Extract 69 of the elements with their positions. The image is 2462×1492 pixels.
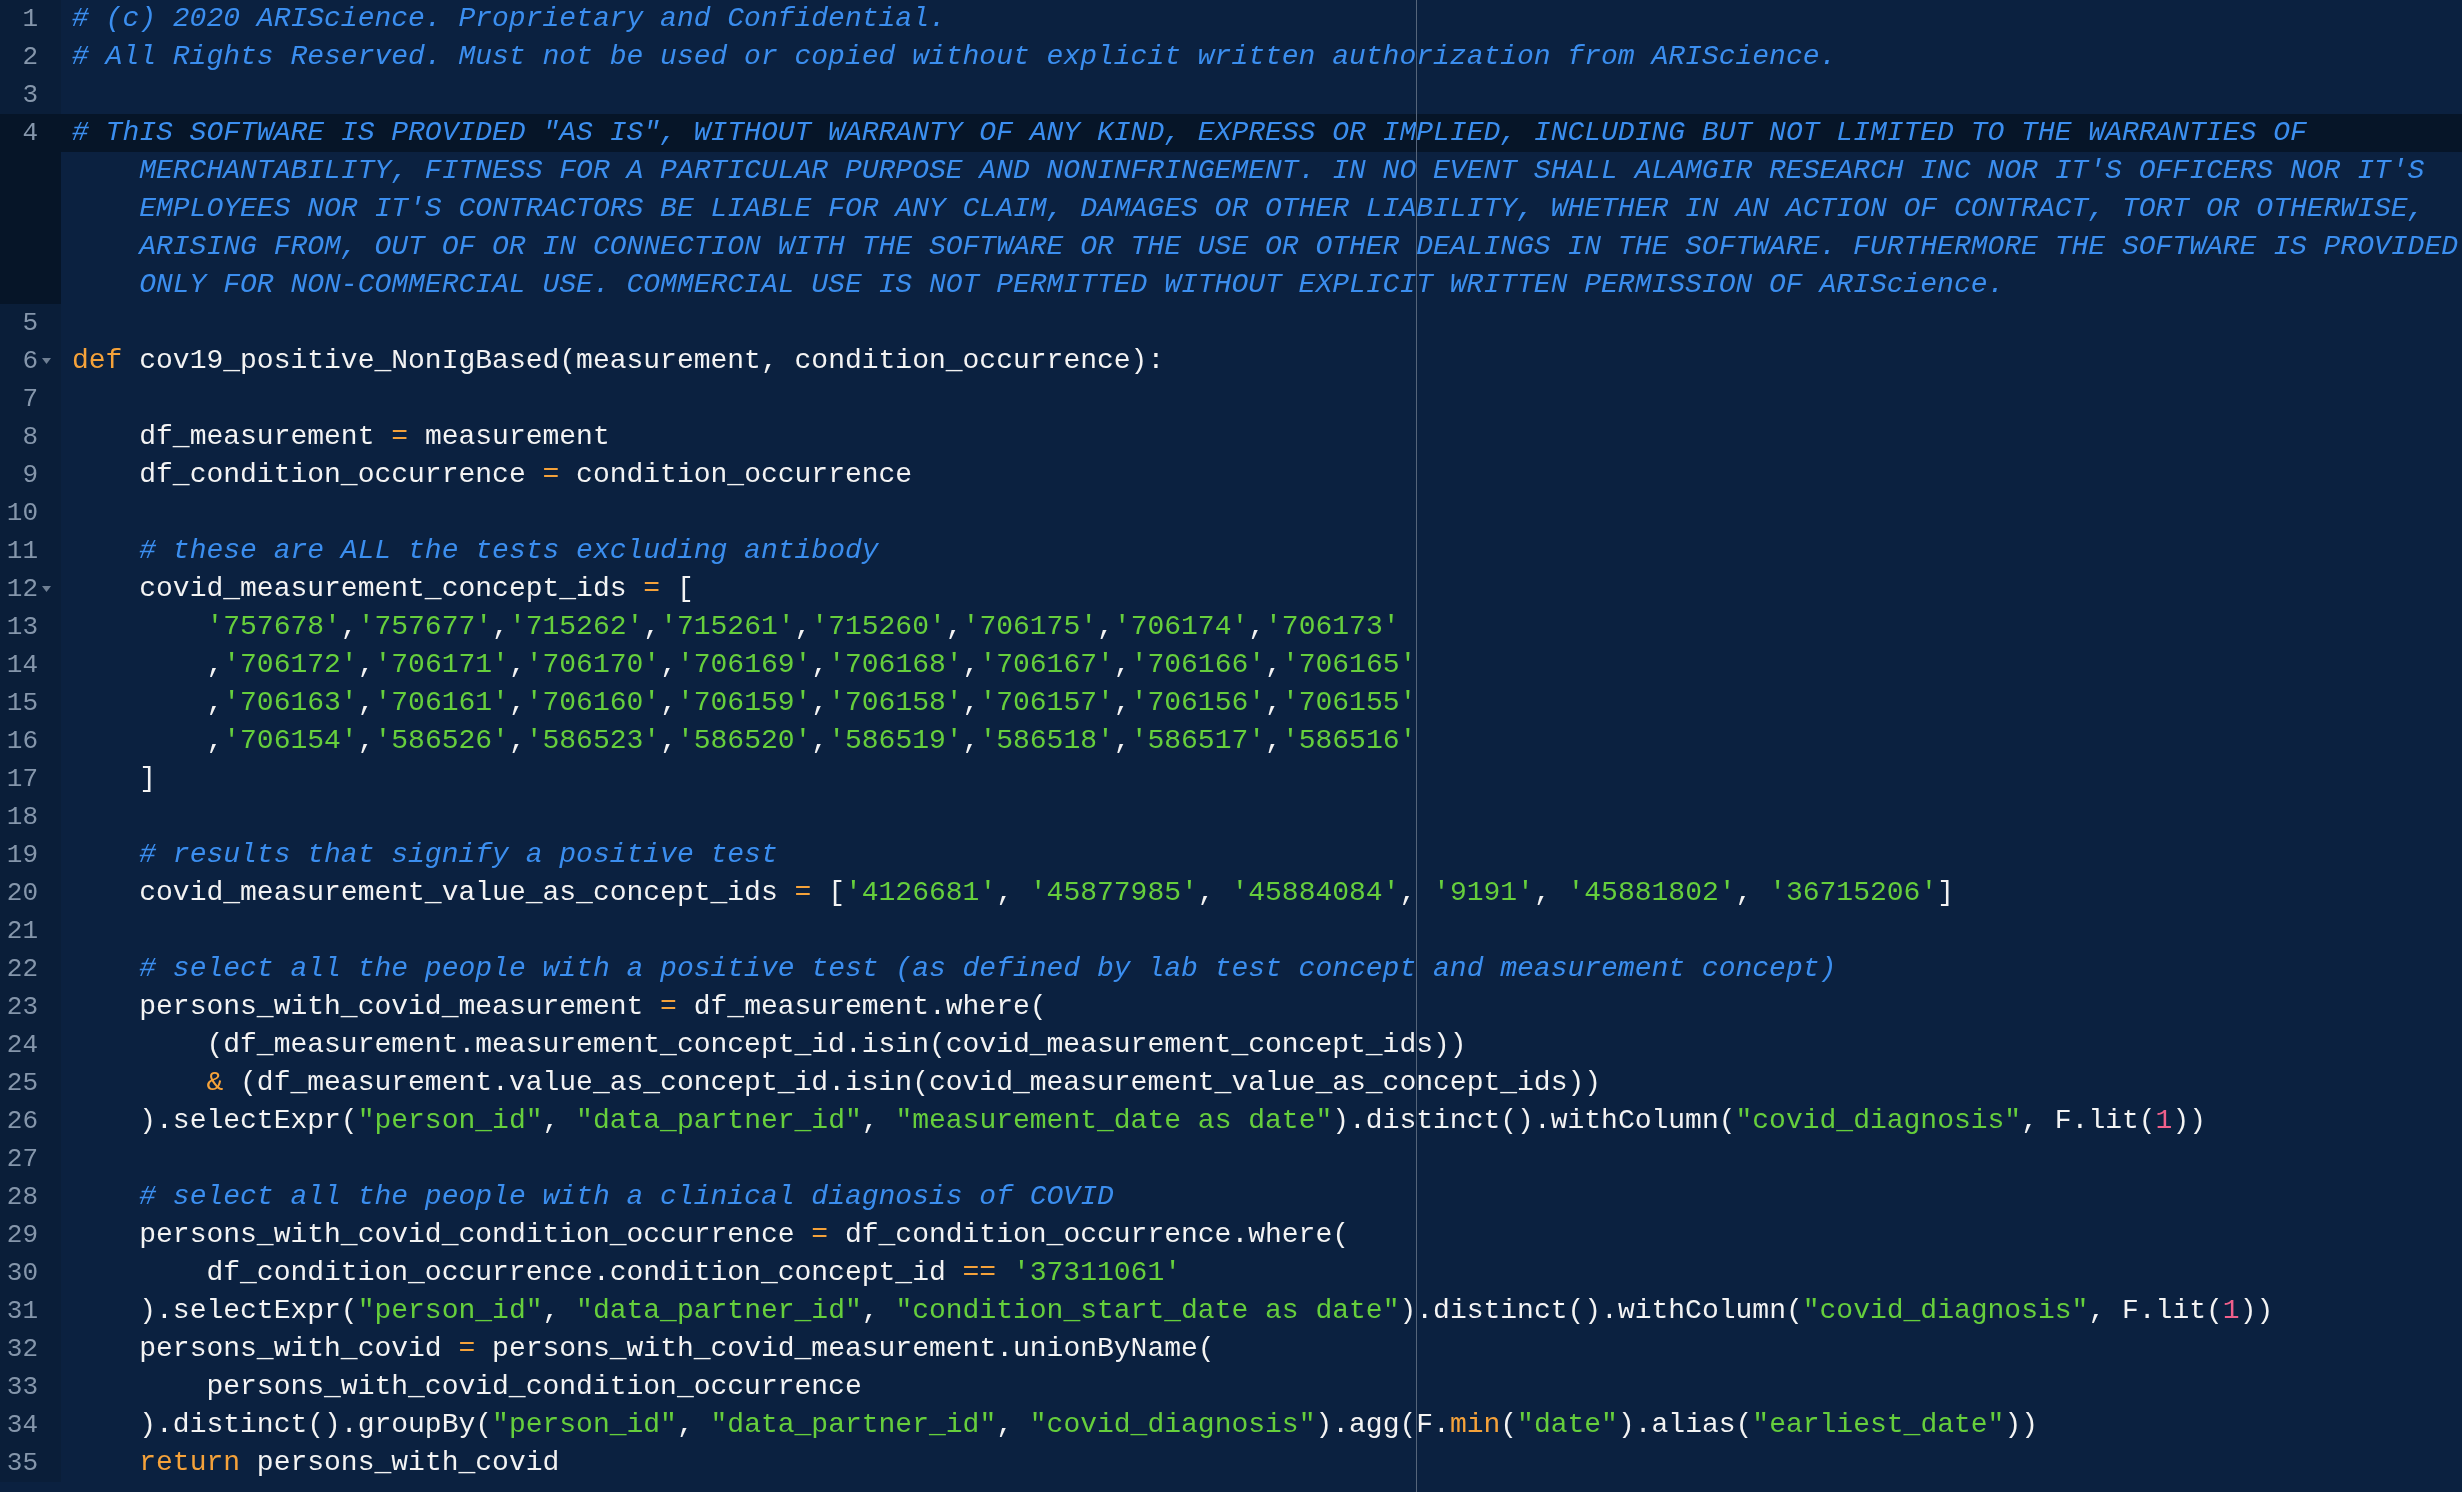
code-comment: MERCHANTABILITY, FITNESS FOR A PARTICULAR PURPOSE AND NONINFRINGEMENT. IN NO EVENT SHALL ALAMGIR RESEARCH INC NOR IT'S OFFICERS NOR IT'S [139,155,2425,186]
line-number: 6 [21,345,38,378]
fold-arrow-icon[interactable] [42,358,51,364]
code-comment: # All Rights Reserved. Must not be used or copied without explicit written authorization from ARIScience. [72,41,1837,72]
line-number: 9 [21,459,38,492]
line-number: 13 [5,611,38,644]
line-number: 16 [5,725,38,758]
line-number: 27 [5,1143,38,1176]
line-number: 1 [21,3,38,36]
line-number: 19 [5,839,38,872]
line-number: 15 [5,687,38,720]
line-number: 7 [21,383,38,416]
code-comment: # ThIS SOFTWARE IS PROVIDED "AS IS", WITHOUT WARRANTY OF ANY KIND, EXPRESS OR IMPLIED, INCLUDING BUT NOT LIMITED TO THE WARRANTIES OF [72,117,2307,148]
code-line: df_condition_occurrence = condition_occurrence [139,459,913,490]
fold-arrow-icon[interactable] [42,586,51,592]
code-line: def cov19_positive_NonIgBased(measurement, condition_occurrence): [72,345,1165,376]
code-line: ).distinct().groupBy("person_id", "data_partner_id", "covid_diagnosis").agg(F.min("date").alias("earliest_date")) [139,1409,2038,1440]
code-line: persons_with_covid_measurement = df_measurement.where( [139,991,1047,1022]
code-line: (df_measurement.measurement_concept_id.isin(covid_measurement_concept_ids)) [206,1029,1467,1060]
code-comment: EMPLOYEES NOR IT'S CONTRACTORS BE LIABLE FOR ANY CLAIM, DAMAGES OR OTHER LIABILITY, WHETHER IN AN ACTION OF CONTRACT, TORT OR OTHERWISE, [139,193,2425,224]
code-comment: ONLY FOR NON-COMMERCIAL USE. COMMERCIAL USE IS NOT PERMITTED WITHOUT EXPLICIT WRITTEN PERMISSION OF ARIScience. [139,269,2005,300]
line-number: 20 [5,877,38,910]
line-number: 33 [5,1371,38,1404]
code-line: df_measurement = measurement [139,421,610,452]
code-line: return persons_with_covid [139,1447,560,1478]
line-number: 32 [5,1333,38,1366]
line-number: 26 [5,1105,38,1138]
line-number: 21 [5,915,38,948]
code-comment: # select all the people with a positive test (as defined by lab test concept and measurement concept) [139,953,1837,984]
code-comment: # these are ALL the tests excluding antibody [139,535,879,566]
code-line: & (df_measurement.value_as_concept_id.isin(covid_measurement_value_as_concept_ids)) [206,1067,1602,1098]
line-number: 17 [5,763,38,796]
line-number: 10 [5,497,38,530]
code-line: ,'706172','706171','706170','706169','706168','706167','706166','706165' [206,649,1417,680]
line-number: 23 [5,991,38,1024]
line-number: 12 [5,573,38,606]
code-line: ).selectExpr("person_id", "data_partner_id", "measurement_date as date").distinct().withColumn("covid_diagnosis", F.lit(1)) [139,1105,2206,1136]
line-number: 35 [5,1447,38,1480]
code-line: covid_measurement_value_as_concept_ids = ['4126681', '45877985', '45884084', '9191', '45881802', '36715206'] [139,877,1954,908]
code-line: persons_with_covid = persons_with_covid_measurement.unionByName( [139,1333,1215,1364]
code-line: '757678','757677','715262','715261','715260','706175','706174','706173' [206,611,1400,642]
code-line: ,'706154','586526','586523','586520','586519','586518','586517','586516' [206,725,1417,756]
line-number: 30 [5,1257,38,1290]
line-number: 28 [5,1181,38,1214]
code-line: ] [139,763,157,794]
line-number: 34 [5,1409,38,1442]
line-number: 24 [5,1029,38,1062]
line-number: 22 [5,953,38,986]
code-line: df_condition_occurrence.condition_concept_id == '37311061' [206,1257,1181,1288]
line-number: 31 [5,1295,38,1328]
line-number: 11 [5,535,38,568]
line-number: 25 [5,1067,38,1100]
line-number: 2 [21,41,38,74]
line-number: 18 [5,801,38,834]
line-number: 5 [21,307,38,340]
line-number: 3 [21,79,38,112]
code-line: persons_with_covid_condition_occurrence = df_condition_occurrence.where( [139,1219,1350,1250]
code-line: persons_with_covid_condition_occurrence [206,1371,862,1402]
code-line: ,'706163','706161','706160','706159','706158','706157','706156','706155' [206,687,1417,718]
line-number: 4 [21,117,38,150]
code-comment: # results that signify a positive test [139,839,778,870]
line-number: 14 [5,649,38,682]
code-comment: # (c) 2020 ARIScience. Proprietary and Confidential. [72,3,946,34]
code-line: ).selectExpr("person_id", "data_partner_id", "condition_start_date as date").distinct().withColumn("covid_diagnosis", F.lit(1)) [139,1295,2274,1326]
line-number: 8 [21,421,38,454]
line-number: 29 [5,1219,38,1252]
code-comment: # select all the people with a clinical diagnosis of COVID [139,1181,1114,1212]
code-line: covid_measurement_concept_ids = [ [139,573,694,604]
code-comment: ARISING FROM, OUT OF OR IN CONNECTION WITH THE SOFTWARE OR THE USE OR OTHER DEALINGS IN THE SOFTWARE. FURTHERMORE THE SOFTWARE IS PROVIDED [139,231,2458,262]
